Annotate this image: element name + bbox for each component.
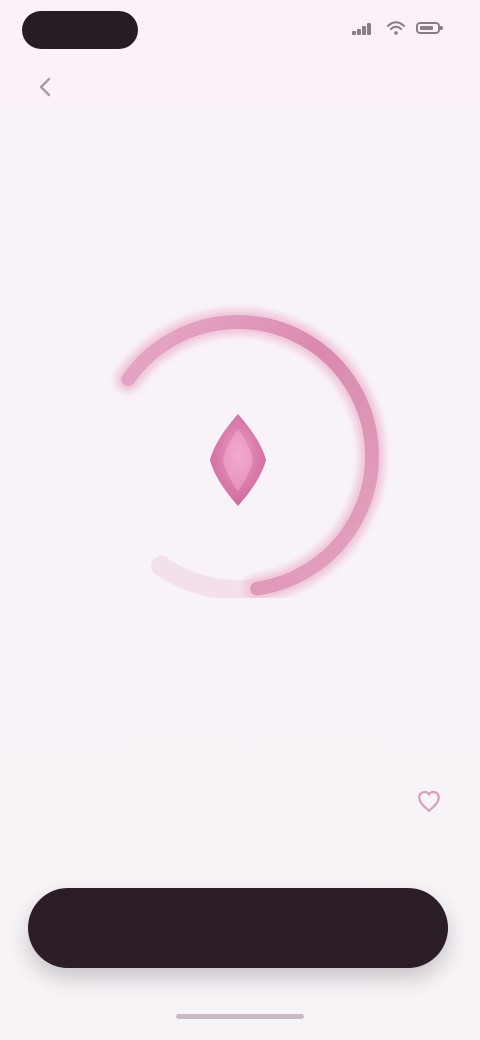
- top-navigation: [0, 70, 480, 106]
- progress-gauge: [78, 298, 398, 598]
- app-screen: [0, 0, 480, 1040]
- page-headline: [38, 170, 442, 234]
- battery-icon: [416, 22, 443, 34]
- wifi-icon: [387, 21, 405, 35]
- screen-title: [140, 74, 300, 102]
- result-subtitle: [105, 680, 375, 704]
- status-icons: [352, 18, 448, 40]
- status-time: [22, 11, 138, 49]
- heart-icon[interactable]: [416, 788, 442, 814]
- signal-icon: [352, 23, 372, 35]
- primary-button[interactable]: [28, 888, 448, 968]
- diamond-icon: [210, 414, 266, 506]
- right-action-area[interactable]: [342, 788, 452, 846]
- right-caption: [342, 818, 452, 842]
- home-indicator: [176, 1014, 304, 1019]
- progress-gauge-svg: [114, 308, 386, 598]
- chevron-left-icon[interactable]: [34, 75, 58, 99]
- status-bar: [0, 0, 480, 62]
- result-value: [140, 635, 340, 679]
- battery-level-fill: [420, 26, 433, 30]
- left-caption: [38, 818, 138, 842]
